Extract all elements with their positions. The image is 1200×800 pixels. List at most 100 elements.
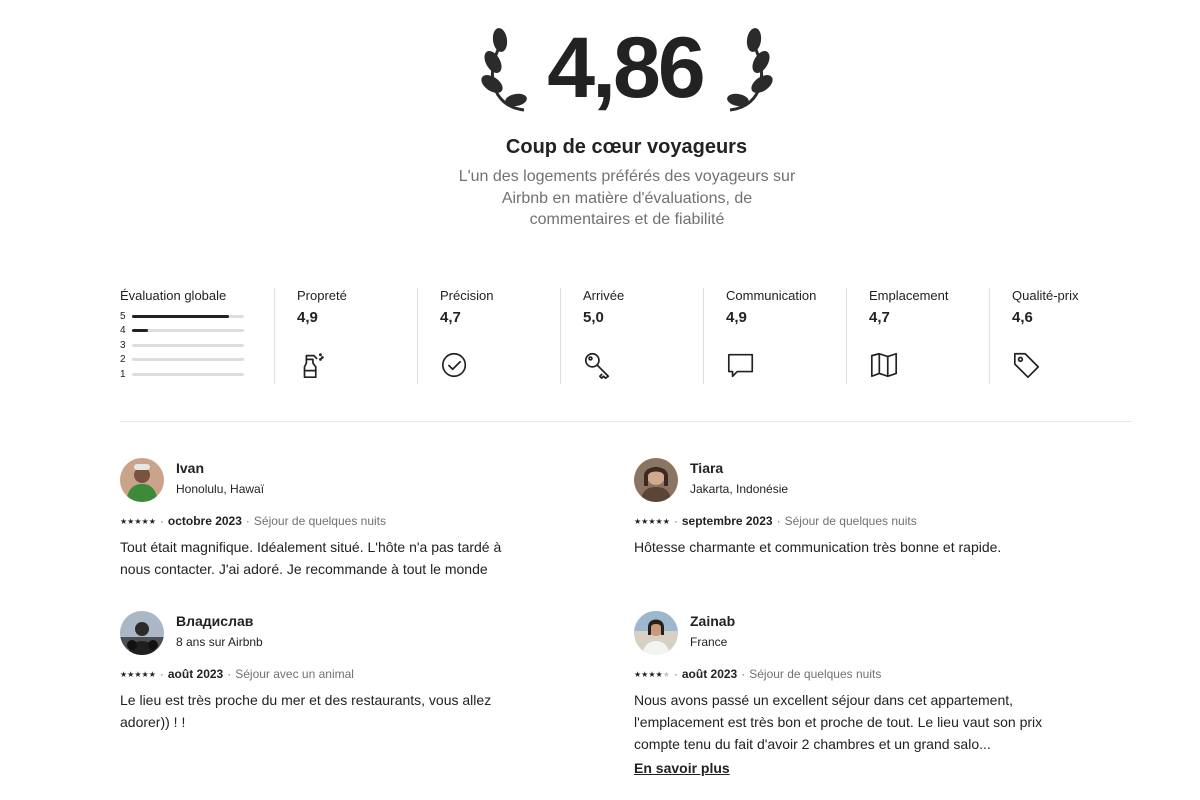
star-filled-icon: ★ bbox=[134, 516, 142, 526]
star-filled-icon: ★ bbox=[648, 669, 656, 679]
star-rating: ★★★★★ bbox=[120, 670, 156, 679]
distribution-star-number: 2 bbox=[120, 354, 126, 366]
guest-favorite-title: Coup de cœur voyageurs bbox=[505, 136, 748, 158]
avatar[interactable] bbox=[120, 611, 164, 655]
meta-separator: · bbox=[673, 514, 678, 528]
category-divider bbox=[560, 288, 561, 384]
overall-rating: 4,86 bbox=[547, 20, 705, 116]
category-value-for-money: Qualité-prix 4,6 bbox=[1012, 288, 1132, 388]
category-label: Emplacement bbox=[869, 288, 949, 303]
show-more-link[interactable]: En savoir plus bbox=[634, 760, 730, 776]
review-date: août 2023 bbox=[681, 667, 738, 681]
star-filled-icon: ★ bbox=[648, 516, 656, 526]
overall-rating-distribution: Évaluation globale 5 4 3 2 1 bbox=[120, 288, 260, 388]
category-divider bbox=[989, 288, 990, 384]
category-label: Précision bbox=[440, 288, 494, 303]
stay-type: Séjour de quelques nuits bbox=[749, 667, 882, 681]
reviewer-name: Владислав bbox=[176, 613, 254, 629]
laurel-right-icon bbox=[727, 28, 773, 112]
review-meta: ★★★★★ · octobre 2023 · Séjour de quelque… bbox=[120, 514, 386, 528]
category-check-in: Arrivée 5,0 bbox=[583, 288, 703, 388]
star-filled-icon: ★ bbox=[134, 669, 142, 679]
category-divider bbox=[703, 288, 704, 384]
reviewer-name: Tiara bbox=[690, 460, 724, 476]
category-value: 4,9 bbox=[726, 309, 747, 326]
category-accuracy: Précision 4,7 bbox=[440, 288, 560, 388]
overall-rating-label: Évaluation globale bbox=[120, 288, 227, 303]
distribution-track bbox=[132, 329, 244, 333]
reviewer-location: Honolulu, Hawaï bbox=[176, 482, 265, 496]
review-text: Le lieu est très proche du mer et des re… bbox=[120, 692, 492, 730]
distribution-track bbox=[132, 343, 244, 347]
distribution-row: 3 bbox=[120, 338, 260, 353]
category-value: 4,6 bbox=[1012, 309, 1033, 326]
distribution-fill bbox=[132, 329, 148, 333]
review-meta: ★★★★★ · août 2023 · Séjour avec un anima… bbox=[120, 667, 354, 681]
distribution-track bbox=[132, 358, 244, 362]
distribution-star-number: 1 bbox=[120, 368, 126, 380]
review-text: Hôtesse charmante et communication très … bbox=[634, 539, 1002, 555]
category-label: Arrivée bbox=[583, 288, 625, 303]
review-date: septembre 2023 bbox=[681, 514, 773, 528]
distribution-row: 4 bbox=[120, 324, 260, 339]
avatar[interactable] bbox=[634, 458, 678, 502]
distribution-bars: 5 4 3 2 1 bbox=[120, 309, 260, 382]
category-divider bbox=[417, 288, 418, 384]
reviewer-name: Zainab bbox=[690, 613, 736, 629]
star-filled-icon: ★ bbox=[662, 516, 670, 526]
meta-separator: · bbox=[159, 514, 164, 528]
distribution-star-number: 4 bbox=[120, 325, 126, 337]
price-tag-icon bbox=[1012, 350, 1042, 380]
rating-categories: Évaluation globale 5 4 3 2 1 Propreté 4,… bbox=[120, 288, 1132, 388]
category-label: Qualité-prix bbox=[1012, 288, 1079, 303]
reviewer-location: France bbox=[690, 635, 728, 649]
avatar[interactable] bbox=[120, 458, 164, 502]
cleaning-spray-icon bbox=[297, 350, 327, 380]
category-value: 5,0 bbox=[583, 309, 604, 326]
star-filled-icon: ★ bbox=[655, 516, 663, 526]
reviewer-name: Ivan bbox=[176, 460, 205, 476]
stay-type: Séjour de quelques nuits bbox=[784, 514, 917, 528]
category-communication: Communication 4,9 bbox=[726, 288, 846, 388]
key-icon bbox=[583, 350, 613, 380]
distribution-row: 2 bbox=[120, 353, 260, 368]
category-label: Propreté bbox=[297, 288, 347, 303]
star-rating: ★★★★★ bbox=[634, 517, 670, 526]
review-date: octobre 2023 bbox=[167, 514, 242, 528]
review-meta: ★★★★★ · août 2023 · Séjour de quelques n… bbox=[634, 667, 881, 681]
category-divider bbox=[274, 288, 275, 384]
distribution-star-number: 3 bbox=[120, 339, 126, 351]
distribution-row: 1 bbox=[120, 367, 260, 382]
meta-separator: · bbox=[741, 667, 746, 681]
star-filled-icon: ★ bbox=[141, 669, 149, 679]
star-filled-icon: ★ bbox=[148, 669, 156, 679]
distribution-fill bbox=[132, 314, 230, 318]
reviewer-location: 8 ans sur Airbnb bbox=[176, 635, 263, 649]
star-empty-icon: ★ bbox=[662, 669, 670, 679]
category-value: 4,7 bbox=[440, 309, 461, 326]
distribution-star-number: 5 bbox=[120, 310, 126, 322]
category-location: Emplacement 4,7 bbox=[869, 288, 989, 388]
distribution-row: 5 bbox=[120, 309, 260, 324]
star-filled-icon: ★ bbox=[148, 516, 156, 526]
meta-separator: · bbox=[159, 667, 164, 681]
distribution-track bbox=[132, 314, 244, 318]
review-date: août 2023 bbox=[167, 667, 224, 681]
star-rating: ★★★★★ bbox=[634, 670, 670, 679]
distribution-track bbox=[132, 372, 244, 376]
review-text: Nous avons passé un excellent séjour dan… bbox=[634, 692, 1043, 752]
reviewer-location: Jakarta, Indonésie bbox=[690, 482, 789, 496]
meta-separator: · bbox=[227, 667, 232, 681]
section-divider bbox=[120, 421, 1132, 422]
stay-type: Séjour de quelques nuits bbox=[253, 514, 386, 528]
avatar[interactable] bbox=[634, 611, 678, 655]
map-icon bbox=[869, 350, 899, 380]
meta-separator: · bbox=[673, 667, 678, 681]
category-value: 4,9 bbox=[297, 309, 318, 326]
star-rating: ★★★★★ bbox=[120, 517, 156, 526]
review-meta: ★★★★★ · septembre 2023 · Séjour de quelq… bbox=[634, 514, 917, 528]
check-circle-icon bbox=[440, 350, 470, 380]
guest-favorite-description: L'un des logements préférés des voyageur… bbox=[458, 168, 796, 228]
stay-type: Séjour avec un animal bbox=[235, 667, 354, 681]
category-divider bbox=[846, 288, 847, 384]
